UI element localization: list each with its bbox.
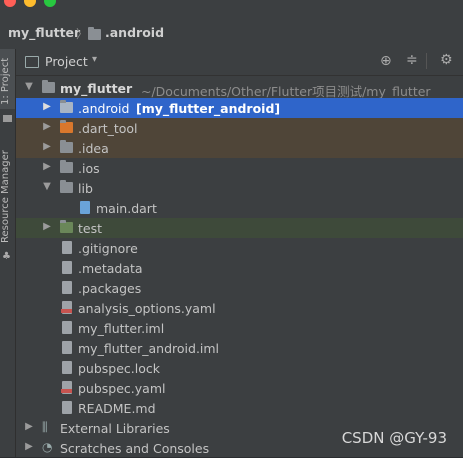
tree-item-readme[interactable]: README.md	[16, 398, 463, 418]
tree-root-row[interactable]: ▼ my_flutter ~/Documents/Other/Flutter项目…	[16, 78, 463, 99]
markdown-file-icon	[62, 401, 72, 414]
tree-item-label: .ios	[78, 161, 100, 176]
project-panel: Project ▾ ⊕ ≑ ⚙ ▼ my_flutter ~/Documents…	[16, 49, 463, 457]
tree-item-label: .dart_tool	[78, 121, 138, 136]
tree-item-label: pubspec.lock	[78, 361, 161, 376]
tree-item-pubspec-lock[interactable]: pubspec.lock	[16, 358, 463, 378]
tree-item-label: my_flutter.iml	[78, 321, 165, 336]
tree-item-android[interactable]: ▶ .android [my_flutter_android]	[16, 98, 463, 118]
iml-file-icon	[62, 321, 72, 334]
tree-item-pubspec-yaml[interactable]: pubspec.yaml	[16, 378, 463, 398]
tree-item-metadata[interactable]: .metadata	[16, 258, 463, 278]
tree-item-label: pubspec.yaml	[78, 381, 166, 396]
folder-icon	[88, 27, 101, 40]
chevron-right-icon[interactable]: ▶	[42, 141, 52, 152]
panel-title[interactable]: Project	[45, 54, 88, 69]
window-titlebar	[0, 0, 463, 18]
tree-item-label: README.md	[78, 401, 156, 416]
breadcrumb-project[interactable]: my_flutter	[8, 25, 80, 40]
folder-icon	[3, 115, 12, 122]
file-icon	[62, 281, 72, 294]
file-icon	[62, 261, 72, 274]
tree-item-label: main.dart	[96, 201, 157, 216]
settings-folder-icon	[60, 140, 73, 153]
close-window-button[interactable]	[4, 0, 16, 7]
chevron-down-icon[interactable]: ▼	[42, 181, 52, 192]
navigation-bar: my_flutter 〉 .android	[0, 18, 463, 50]
tree-item-packages[interactable]: .packages	[16, 278, 463, 298]
chevron-right-icon[interactable]: ▶	[42, 121, 52, 132]
tree-item-label: lib	[78, 181, 93, 196]
chevron-right-icon[interactable]: ▶	[42, 221, 52, 232]
breadcrumb-folder[interactable]: .android	[105, 25, 164, 40]
excluded-folder-icon	[60, 120, 73, 133]
iml-file-icon	[62, 341, 72, 354]
resource-manager-tab[interactable]: Resource Manager	[0, 147, 15, 247]
tree-item-main-dart[interactable]: main.dart	[16, 198, 463, 218]
folder-icon	[60, 180, 73, 193]
tree-item-label: .gitignore	[78, 241, 138, 256]
locate-icon[interactable]: ⊕	[380, 53, 392, 69]
gear-icon[interactable]: ⚙	[440, 52, 453, 68]
tree-item-my-flutter-android-iml[interactable]: my_flutter_android.iml	[16, 338, 463, 358]
tree-item-ios[interactable]: ▶ .ios	[16, 158, 463, 178]
zoom-window-button[interactable]	[44, 0, 56, 7]
library-icon: ⫼	[42, 420, 48, 434]
tree-item-gitignore[interactable]: .gitignore	[16, 238, 463, 258]
chevron-right-icon[interactable]: ▶	[24, 441, 34, 452]
file-icon	[62, 241, 72, 254]
tree-item-analysis-options[interactable]: analysis_options.yaml	[16, 298, 463, 318]
yaml-file-icon	[61, 381, 72, 394]
project-panel-header: Project ▾ ⊕ ≑ ⚙	[16, 49, 463, 76]
project-view-icon	[25, 56, 39, 68]
chevron-down-icon[interactable]: ▼	[24, 81, 34, 92]
module-folder-icon	[42, 80, 55, 93]
test-folder-icon	[60, 220, 73, 233]
file-icon	[62, 361, 72, 374]
tree-item-label: my_flutter_android.iml	[78, 341, 220, 356]
tree-item-label: .android	[78, 101, 130, 116]
scratches-icon: ◔	[42, 440, 53, 454]
tree-item-label: analysis_options.yaml	[78, 301, 216, 316]
dart-file-icon	[80, 201, 90, 214]
watermark: CSDN @GY-93	[341, 429, 447, 447]
tree-item-dart-tool[interactable]: ▶ .dart_tool	[16, 118, 463, 138]
breadcrumb-separator-icon: 〉	[76, 27, 89, 41]
tree-item-lib[interactable]: ▼ lib	[16, 178, 463, 198]
tree-item-idea[interactable]: ▶ .idea	[16, 138, 463, 158]
folder-icon	[60, 160, 73, 173]
collapse-all-icon[interactable]: ≑	[406, 52, 418, 68]
tree-item-test[interactable]: ▶ test	[16, 218, 463, 238]
minimize-window-button[interactable]	[24, 0, 36, 7]
tree-item-module: [my_flutter_android]	[136, 101, 281, 116]
chevron-right-icon[interactable]: ▶	[42, 161, 52, 172]
tree-item-label: .metadata	[78, 261, 143, 276]
tree-item-label: Scratches and Consoles	[60, 441, 210, 456]
shapes-icon: ♣	[2, 251, 11, 262]
tree-item-label: .packages	[78, 281, 142, 296]
module-folder-icon	[60, 100, 73, 113]
left-tool-strip: 1: Project Resource Manager ♣	[0, 49, 16, 457]
tree-item-label: test	[78, 221, 103, 236]
tree-item-label: External Libraries	[60, 421, 170, 436]
chevron-down-icon[interactable]: ▾	[92, 54, 97, 65]
yaml-file-icon	[61, 301, 72, 314]
tree-item-label: .idea	[78, 141, 109, 156]
tree-item-my-flutter-iml[interactable]: my_flutter.iml	[16, 318, 463, 338]
header-divider	[426, 53, 427, 69]
chevron-right-icon[interactable]: ▶	[42, 101, 52, 112]
chevron-right-icon[interactable]: ▶	[24, 421, 34, 432]
project-tool-tab[interactable]: 1: Project	[0, 53, 15, 109]
root-name: my_flutter	[60, 81, 133, 96]
